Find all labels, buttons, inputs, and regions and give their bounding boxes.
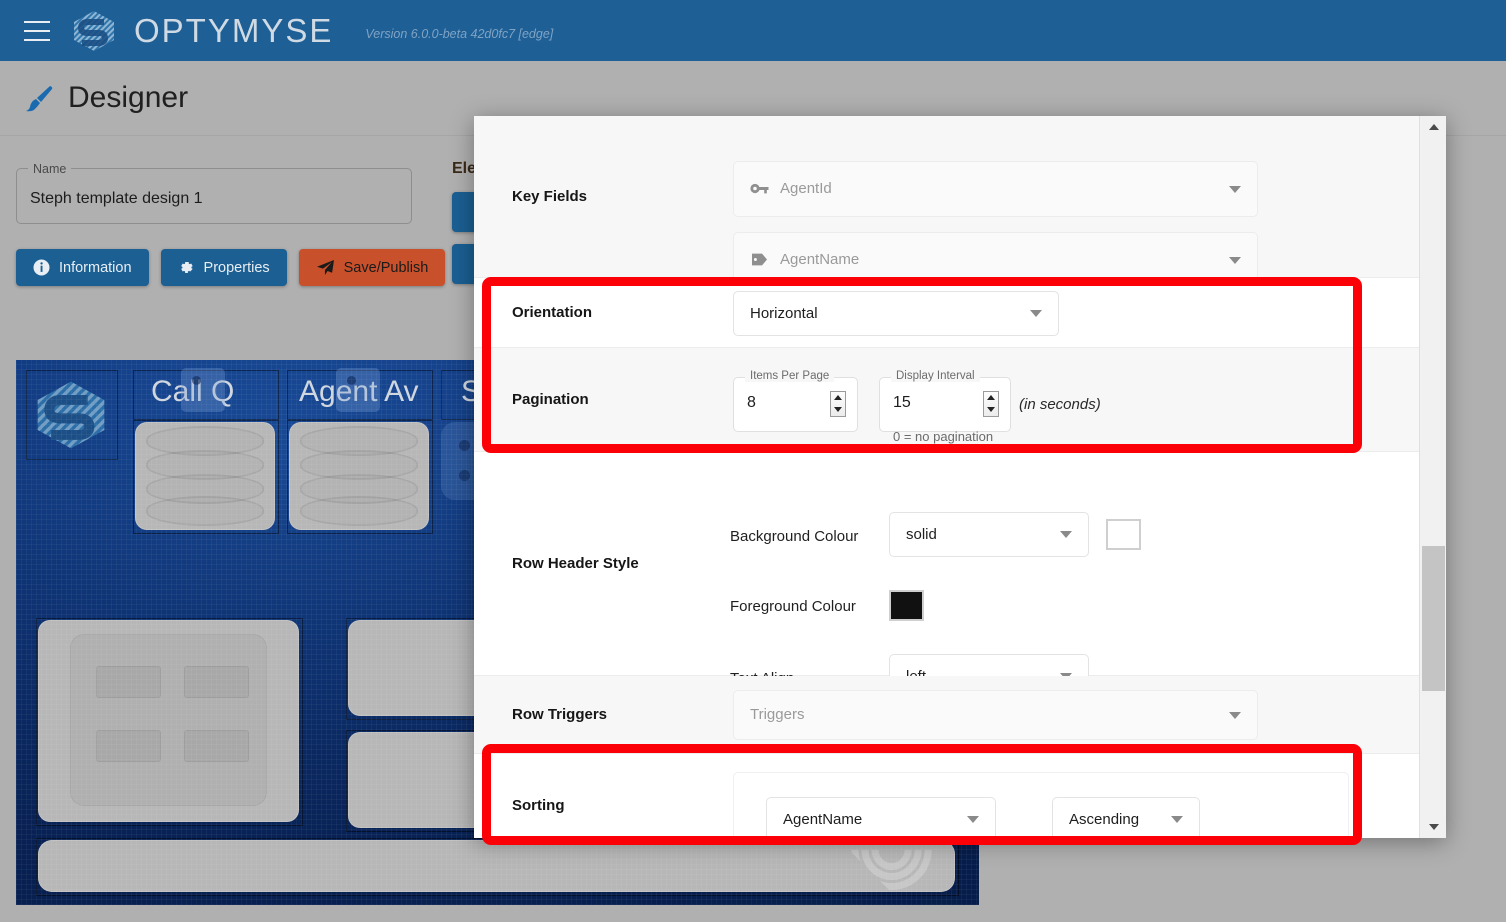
- key-fields-label: Key Fields: [474, 188, 716, 205]
- property-row-row-triggers: Row Triggers Triggers: [474, 676, 1419, 754]
- page-title: Designer: [68, 81, 188, 115]
- property-row-key-fields: Key Fields AgentId: [474, 116, 1419, 278]
- properties-button-label: Properties: [204, 260, 270, 276]
- chevron-up-icon: [1429, 124, 1439, 130]
- tag-icon: [181, 368, 225, 412]
- chevron-down-icon: [967, 816, 979, 823]
- scroll-down-button[interactable]: [1420, 816, 1446, 838]
- pagination-label: Pagination: [474, 391, 716, 408]
- items-per-page-stepper[interactable]: Items Per Page 8: [733, 377, 858, 432]
- dialog-scroll-content: Key Fields AgentId: [474, 116, 1419, 838]
- display-interval-value: 15: [893, 394, 911, 412]
- property-row-orientation: Orientation Horizontal: [474, 278, 1419, 348]
- foreground-colour-label: Foreground Colour: [730, 598, 856, 615]
- save-publish-button[interactable]: Save/Publish: [299, 249, 446, 286]
- display-interval-stepper[interactable]: Display Interval 15: [879, 377, 1011, 432]
- background-colour-value: solid: [890, 526, 937, 543]
- information-button-label: Information: [59, 260, 132, 276]
- chevron-down-icon: [1229, 257, 1241, 264]
- template-name-legend: Name: [28, 162, 71, 176]
- key-icon: [750, 181, 769, 196]
- canvas-stack-tile-2: [289, 422, 429, 530]
- chevron-down-icon: [1060, 531, 1072, 538]
- background-colour-select[interactable]: solid: [889, 512, 1089, 557]
- sorting-field-value: AgentName: [767, 811, 862, 828]
- pagination-hint: 0 = no pagination: [893, 429, 993, 444]
- background-colour-label: Background Colour: [730, 528, 858, 545]
- chevron-down-icon: [1429, 824, 1439, 830]
- foreground-colour-swatch[interactable]: [889, 590, 924, 621]
- brand-name: OPTYMYSE: [134, 12, 333, 50]
- row-triggers-label: Row Triggers: [474, 706, 716, 723]
- sorting-label: Sorting: [474, 797, 716, 814]
- tag-icon: [750, 252, 769, 267]
- chevron-down-icon: [1030, 310, 1042, 317]
- dialog-scrollbar[interactable]: [1419, 116, 1446, 838]
- row-triggers-value: Triggers: [734, 706, 804, 723]
- tag-icon-2: [336, 368, 380, 412]
- template-name-value: Steph template design 1: [30, 190, 203, 208]
- paper-plane-icon: [316, 259, 335, 276]
- action-button-row: Information Properties Save/Publish: [16, 249, 445, 286]
- scrollbar-thumb[interactable]: [1422, 546, 1445, 691]
- paintbrush-icon: [24, 83, 54, 113]
- property-row-row-header-style: Row Header Style Background Colour solid…: [474, 452, 1419, 676]
- version-label: Version 6.0.0-beta 42d0fc7 [edge]: [365, 21, 553, 41]
- info-circle-icon: [33, 259, 50, 276]
- key-field-value-1: AgentId: [780, 180, 832, 197]
- canvas-grid-tile: [38, 620, 299, 822]
- save-publish-button-label: Save/Publish: [344, 260, 429, 276]
- items-per-page-legend: Items Per Page: [745, 370, 834, 382]
- sorting-field-select[interactable]: AgentName: [766, 797, 996, 839]
- optymyse-logo-icon: [70, 9, 118, 53]
- sorting-group: AgentName Ascending: [733, 772, 1349, 839]
- orientation-label: Orientation: [474, 304, 716, 321]
- canvas-logo-box[interactable]: [26, 370, 118, 460]
- hamburger-icon[interactable]: [24, 21, 50, 41]
- key-field-value-2: AgentName: [780, 251, 859, 268]
- orientation-select[interactable]: Horizontal: [733, 291, 1059, 336]
- properties-button[interactable]: Properties: [161, 249, 287, 286]
- gear-icon: [178, 259, 195, 276]
- chevron-down-icon: [1229, 712, 1241, 719]
- information-button[interactable]: Information: [16, 249, 149, 286]
- sorting-direction-value: Ascending: [1053, 811, 1139, 828]
- chevron-down-icon: [1229, 186, 1241, 193]
- element-properties-dialog: Key Fields AgentId: [474, 116, 1446, 838]
- canvas-logo-icon: [31, 375, 111, 460]
- property-row-sorting: Sorting AgentName Ascending: [474, 754, 1419, 838]
- display-interval-spinner[interactable]: [983, 391, 999, 417]
- background-colour-swatch[interactable]: [1106, 519, 1141, 550]
- canvas-stack-tile-1: [135, 422, 275, 530]
- display-interval-legend: Display Interval: [891, 370, 980, 382]
- items-per-page-spinner[interactable]: [830, 391, 846, 417]
- row-header-style-label: Row Header Style: [474, 555, 716, 572]
- pagination-units-label: (in seconds): [1019, 396, 1101, 413]
- row-triggers-select[interactable]: Triggers: [733, 690, 1258, 740]
- items-per-page-value: 8: [747, 394, 756, 412]
- canvas-footer-tile: [38, 840, 955, 892]
- sorting-direction-select[interactable]: Ascending: [1052, 797, 1200, 839]
- key-field-select-1[interactable]: AgentId: [733, 161, 1258, 217]
- scroll-up-button[interactable]: [1420, 116, 1446, 138]
- orientation-value: Horizontal: [734, 305, 818, 322]
- property-row-pagination: Pagination Items Per Page 8 Display Inte…: [474, 348, 1419, 452]
- app-topbar: OPTYMYSE Version 6.0.0-beta 42d0fc7 [edg…: [0, 0, 1506, 61]
- chevron-down-icon: [1171, 816, 1183, 823]
